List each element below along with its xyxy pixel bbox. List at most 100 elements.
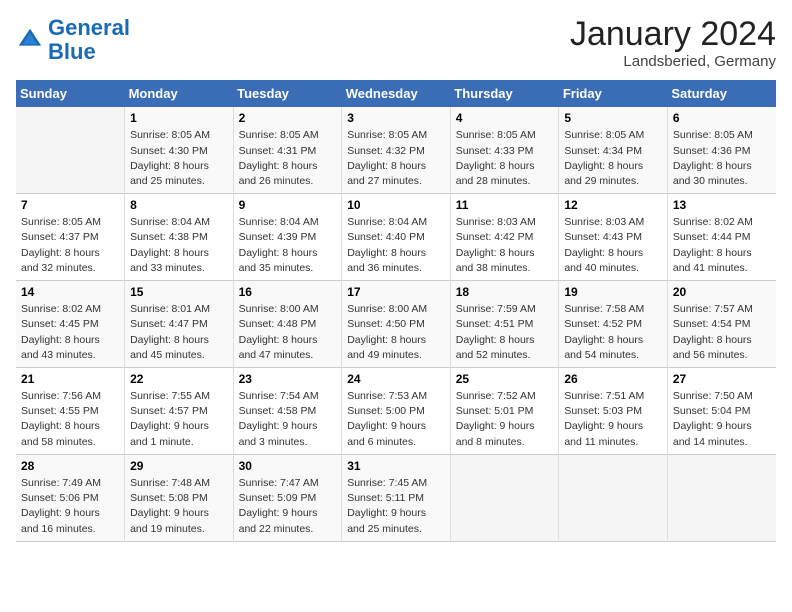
day-info: Sunrise: 7:54 AMSunset: 4:58 PMDaylight:… [239,389,337,450]
day-info: Sunrise: 7:51 AMSunset: 5:03 PMDaylight:… [564,389,662,450]
calendar-cell: 29Sunrise: 7:48 AMSunset: 5:08 PMDayligh… [125,454,234,541]
day-info: Sunrise: 8:05 AMSunset: 4:30 PMDaylight:… [130,128,228,189]
calendar-cell: 1 Sunrise: 8:05 AMSunset: 4:30 PMDaylight… [125,107,234,193]
logo-line2: Blue [48,39,96,64]
week-row-4: 28 Sunrise: 7:49 AMSunset: 5:06 PMDayligh… [16,454,776,541]
week-row-3: 21Sunrise: 7:56 AMSunset: 4:55 PMDayligh… [16,368,776,455]
day-number: 26 [564,372,662,386]
calendar-cell [16,107,125,193]
day-number: 22 [130,372,228,386]
logo-line1: General [48,15,130,40]
title-block: January 2024 Landsberied, Germany [570,16,776,70]
day-number: 4 [456,111,554,125]
calendar-cell: 18Sunrise: 7:59 AMSunset: 4:51 PMDayligh… [450,281,559,368]
calendar-cell: 26 Sunrise: 7:51 AMSunset: 5:03 PMDayligh… [559,368,668,455]
day-number: 18 [456,285,554,299]
week-row-2: 14 Sunrise: 8:02 AMSunset: 4:45 PMDayligh… [16,281,776,368]
calendar-cell: 28 Sunrise: 7:49 AMSunset: 5:06 PMDayligh… [16,454,125,541]
day-info: Sunrise: 8:05 AMSunset: 4:31 PMDaylight:… [239,128,337,189]
calendar-cell: 5Sunrise: 8:05 AMSunset: 4:34 PMDaylight… [559,107,668,193]
day-info: Sunrise: 7:58 AMSunset: 4:52 PMDaylight:… [564,302,662,363]
day-info: Sunrise: 7:47 AMSunset: 5:09 PMDaylight:… [239,476,337,537]
calendar-cell: 31 Sunrise: 7:45 AMSunset: 5:11 PMDayligh… [342,454,451,541]
day-number: 24 [347,372,445,386]
day-number: 21 [21,372,119,386]
logo-text: General Blue [48,16,130,64]
weekday-header-row: SundayMondayTuesdayWednesdayThursdayFrid… [16,80,776,107]
day-number: 30 [239,459,337,473]
day-number: 11 [456,198,554,212]
calendar-cell [559,454,668,541]
day-info: Sunrise: 8:03 AMSunset: 4:42 PMDaylight:… [456,215,554,276]
logo: General Blue [16,16,130,64]
day-number: 3 [347,111,445,125]
calendar-cell: 15Sunrise: 8:01 AMSunset: 4:47 PMDayligh… [125,281,234,368]
location: Landsberied, Germany [570,53,776,70]
day-info: Sunrise: 8:02 AMSunset: 4:45 PMDaylight:… [21,302,119,363]
calendar-cell [450,454,559,541]
calendar-cell: 3 Sunrise: 8:05 AMSunset: 4:32 PMDaylight… [342,107,451,193]
day-number: 20 [673,285,771,299]
weekday-header-wednesday: Wednesday [342,80,451,107]
day-info: Sunrise: 8:03 AMSunset: 4:43 PMDaylight:… [564,215,662,276]
day-number: 2 [239,111,337,125]
day-info: Sunrise: 7:57 AMSunset: 4:54 PMDaylight:… [673,302,771,363]
day-number: 29 [130,459,228,473]
day-number: 9 [239,198,337,212]
day-number: 23 [239,372,337,386]
day-number: 31 [347,459,445,473]
day-number: 28 [21,459,119,473]
day-info: Sunrise: 8:05 AMSunset: 4:36 PMDaylight:… [673,128,771,189]
day-info: Sunrise: 7:45 AMSunset: 5:11 PMDaylight:… [347,476,445,537]
calendar-cell: 24Sunrise: 7:53 AMSunset: 5:00 PMDayligh… [342,368,451,455]
day-info: Sunrise: 8:05 AMSunset: 4:32 PMDaylight:… [347,128,445,189]
weekday-header-tuesday: Tuesday [233,80,342,107]
day-info: Sunrise: 7:55 AMSunset: 4:57 PMDaylight:… [130,389,228,450]
calendar-cell: 30 Sunrise: 7:47 AMSunset: 5:09 PMDayligh… [233,454,342,541]
day-info: Sunrise: 8:00 AMSunset: 4:48 PMDaylight:… [239,302,337,363]
day-info: Sunrise: 8:04 AMSunset: 4:39 PMDaylight:… [239,215,337,276]
calendar-cell: 12 Sunrise: 8:03 AMSunset: 4:43 PMDayligh… [559,194,668,281]
calendar-cell: 11 Sunrise: 8:03 AMSunset: 4:42 PMDayligh… [450,194,559,281]
day-number: 12 [564,198,662,212]
day-info: Sunrise: 8:05 AMSunset: 4:33 PMDaylight:… [456,128,554,189]
day-info: Sunrise: 8:01 AMSunset: 4:47 PMDaylight:… [130,302,228,363]
calendar-cell: 8Sunrise: 8:04 AMSunset: 4:38 PMDaylight… [125,194,234,281]
calendar-cell: 14 Sunrise: 8:02 AMSunset: 4:45 PMDayligh… [16,281,125,368]
day-info: Sunrise: 7:49 AMSunset: 5:06 PMDaylight:… [21,476,119,537]
day-number: 10 [347,198,445,212]
calendar-cell [667,454,776,541]
day-info: Sunrise: 8:02 AMSunset: 4:44 PMDaylight:… [673,215,771,276]
day-info: Sunrise: 7:52 AMSunset: 5:01 PMDaylight:… [456,389,554,450]
page-header: General Blue January 2024 Landsberied, G… [16,16,776,70]
day-info: Sunrise: 8:04 AMSunset: 4:38 PMDaylight:… [130,215,228,276]
calendar-cell: 20 Sunrise: 7:57 AMSunset: 4:54 PMDayligh… [667,281,776,368]
calendar-cell: 21Sunrise: 7:56 AMSunset: 4:55 PMDayligh… [16,368,125,455]
day-number: 13 [673,198,771,212]
calendar-table: SundayMondayTuesdayWednesdayThursdayFrid… [16,80,776,541]
day-number: 7 [21,198,119,212]
calendar-cell: 17Sunrise: 8:00 AMSunset: 4:50 PMDayligh… [342,281,451,368]
logo-icon [16,26,44,54]
day-number: 19 [564,285,662,299]
calendar-cell: 13 Sunrise: 8:02 AMSunset: 4:44 PMDayligh… [667,194,776,281]
calendar-cell: 27Sunrise: 7:50 AMSunset: 5:04 PMDayligh… [667,368,776,455]
week-row-0: 1 Sunrise: 8:05 AMSunset: 4:30 PMDaylight… [16,107,776,193]
calendar-cell: 25 Sunrise: 7:52 AMSunset: 5:01 PMDayligh… [450,368,559,455]
calendar-cell: 6 Sunrise: 8:05 AMSunset: 4:36 PMDaylight… [667,107,776,193]
day-number: 17 [347,285,445,299]
calendar-cell: 22 Sunrise: 7:55 AMSunset: 4:57 PMDayligh… [125,368,234,455]
day-number: 1 [130,111,228,125]
day-number: 14 [21,285,119,299]
calendar-cell: 10 Sunrise: 8:04 AMSunset: 4:40 PMDayligh… [342,194,451,281]
calendar-cell: 16 Sunrise: 8:00 AMSunset: 4:48 PMDayligh… [233,281,342,368]
calendar-cell: 2 Sunrise: 8:05 AMSunset: 4:31 PMDaylight… [233,107,342,193]
day-info: Sunrise: 8:04 AMSunset: 4:40 PMDaylight:… [347,215,445,276]
day-number: 16 [239,285,337,299]
weekday-header-monday: Monday [125,80,234,107]
day-info: Sunrise: 8:05 AMSunset: 4:37 PMDaylight:… [21,215,119,276]
day-number: 25 [456,372,554,386]
weekday-header-sunday: Sunday [16,80,125,107]
day-number: 6 [673,111,771,125]
day-number: 27 [673,372,771,386]
